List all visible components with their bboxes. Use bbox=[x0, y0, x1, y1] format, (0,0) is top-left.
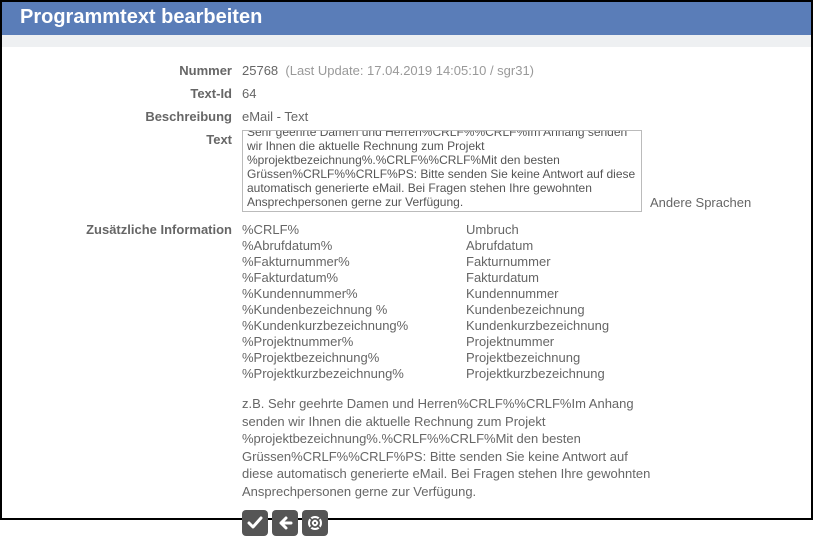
placeholder-desc: Projektnummer bbox=[466, 334, 646, 349]
textid-value: 64 bbox=[242, 84, 791, 101]
nummer-label: Nummer bbox=[22, 61, 242, 78]
nummer-meta: (Last Update: 17.04.2019 14:05:10 / sgr3… bbox=[285, 63, 534, 78]
save-button[interactable] bbox=[242, 510, 268, 536]
placeholder-desc: Fakturnummer bbox=[466, 254, 646, 269]
beschreibung-value: eMail - Text bbox=[242, 107, 791, 124]
placeholder-desc: Kundenbezeichnung bbox=[466, 302, 646, 317]
andere-sprachen-link[interactable]: Andere Sprachen bbox=[650, 195, 751, 212]
placeholder-key: %Projektnummer% bbox=[242, 334, 462, 349]
placeholder-key: %Fakturnummer% bbox=[242, 254, 462, 269]
placeholder-key: %Kundenbezeichnung % bbox=[242, 302, 462, 317]
back-button[interactable] bbox=[272, 510, 298, 536]
placeholder-key: %Abrufdatum% bbox=[242, 238, 462, 253]
arrow-left-icon bbox=[277, 515, 293, 531]
placeholder-desc: Kundennummer bbox=[466, 286, 646, 301]
header-gap bbox=[2, 35, 811, 47]
info-label: Zusätzliche Information bbox=[22, 220, 242, 237]
text-label: Text bbox=[22, 130, 242, 147]
help-button[interactable] bbox=[302, 510, 328, 536]
nummer-number: 25768 bbox=[242, 63, 278, 78]
placeholder-key: %Projektkurzbezeichnung% bbox=[242, 366, 462, 381]
textid-label: Text-Id bbox=[22, 84, 242, 101]
placeholder-table: %CRLF% Umbruch %Abrufdatum% Abrufdatum %Fakt… bbox=[242, 222, 791, 381]
lifebuoy-icon bbox=[307, 515, 323, 531]
placeholder-desc: Projektkurzbezeichnung bbox=[466, 366, 646, 381]
check-icon bbox=[247, 515, 263, 531]
action-bar bbox=[242, 510, 791, 536]
placeholder-key: %Projektbezeichnung% bbox=[242, 350, 462, 365]
placeholder-desc: Fakturdatum bbox=[466, 270, 646, 285]
placeholder-key: %Kundennummer% bbox=[242, 286, 462, 301]
placeholder-key: %Kundenkurzbezeichnung% bbox=[242, 318, 462, 333]
nummer-value: 25768 (Last Update: 17.04.2019 14:05:10 … bbox=[242, 61, 791, 78]
text-textarea[interactable] bbox=[242, 130, 642, 212]
placeholder-key: %CRLF% bbox=[242, 222, 462, 237]
placeholder-desc: Abrufdatum bbox=[466, 238, 646, 253]
beschreibung-label: Beschreibung bbox=[22, 107, 242, 124]
page-title: Programmtext bearbeiten bbox=[2, 2, 811, 35]
placeholder-desc: Projektbezeichnung bbox=[466, 350, 646, 365]
placeholder-key: %Fakturdatum% bbox=[242, 270, 462, 285]
form-content: Nummer 25768 (Last Update: 17.04.2019 14… bbox=[2, 47, 811, 552]
example-text: z.B. Sehr geehrte Damen und Herren%CRLF%… bbox=[242, 395, 662, 500]
placeholder-desc: Umbruch bbox=[466, 222, 646, 237]
placeholder-desc: Kundenkurzbezeichnung bbox=[466, 318, 646, 333]
